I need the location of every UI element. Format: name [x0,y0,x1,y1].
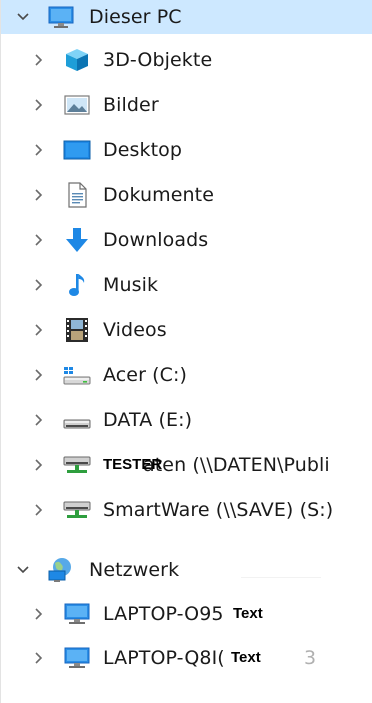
chevron-right-icon[interactable] [29,358,49,392]
tree-item-this-pc[interactable]: Dieser PC [1,0,372,34]
monitor-icon [47,4,75,30]
tree-item-label: DATA (E:) [103,409,193,431]
chevron-right-icon[interactable] [29,88,49,122]
network-drive-icon [63,497,91,523]
downloads-icon [63,227,91,253]
windows-drive-icon [63,362,91,388]
chevron-right-icon[interactable] [29,641,49,675]
videos-icon [63,317,91,343]
redaction-label: Text [230,648,304,668]
chevron-down-icon[interactable] [13,0,33,34]
tree-item-label: Downloads [103,229,209,251]
tree-item-label: Desktop [103,139,183,161]
chevron-down-icon[interactable] [13,553,33,587]
tree-item-label: Videos [103,319,167,341]
chevron-right-icon[interactable] [29,133,49,167]
tree-item-label: Netzwerk [89,559,180,581]
tree-item-label: Bilder [103,94,159,116]
redaction-label: TESTER [102,455,163,475]
tree-item-pictures[interactable]: Bilder [1,88,372,122]
chevron-right-icon[interactable] [29,403,49,437]
tree-item-drive-c[interactable]: Acer (C:) [1,358,372,392]
chevron-right-icon[interactable] [29,448,49,482]
chevron-right-icon[interactable] [29,43,49,77]
drive-icon [63,407,91,433]
tree-item-documents[interactable]: Dokumente [1,178,372,212]
tree-item-music[interactable]: Musik [1,268,372,302]
tree-item-videos[interactable]: Videos [1,313,372,347]
chevron-right-icon[interactable] [29,223,49,257]
tree-item-label: 3D-Objekte [103,49,213,71]
navigation-pane: Dieser PC 3D-Objekte Bilder Desktop Doku… [0,0,372,703]
tree-item-network[interactable]: Netzwerk [1,553,372,587]
3d-objects-icon [63,47,91,73]
tree-item-downloads[interactable]: Downloads [1,223,372,257]
tree-item-label-tail: 3 [304,647,317,669]
tree-item-laptop-q8i[interactable]: LAPTOP-Q8I( Text 3 [1,641,372,675]
pictures-icon [63,92,91,118]
tree-item-label: Dokumente [103,184,214,206]
tree-item-label: Musik [103,274,159,296]
divider [241,577,321,578]
computer-icon [63,601,91,627]
music-icon [63,272,91,298]
chevron-right-icon[interactable] [29,493,49,527]
tree-item-label: LAPTOP-O95 [103,603,224,625]
tree-item-drive-e[interactable]: DATA (E:) [1,403,372,437]
chevron-right-icon[interactable] [29,178,49,212]
tree-item-desktop[interactable]: Desktop [1,133,372,167]
tree-item-network-drive-save[interactable]: SmartWare (\\SAVE) (S:) [1,493,372,527]
tree-item-3d-objects[interactable]: 3D-Objekte [1,43,372,77]
desktop-icon [63,137,91,163]
chevron-right-icon[interactable] [29,597,49,631]
network-drive-icon [63,452,91,478]
chevron-right-icon[interactable] [29,313,49,347]
tree-item-label: SmartWare (\\SAVE) (S:) [103,499,334,521]
tree-item-label: aten (\\DATEN\Publi [143,454,330,476]
chevron-right-icon[interactable] [29,268,49,302]
tree-item-label: Dieser PC [89,6,182,28]
tree-item-label: Acer (C:) [103,364,188,386]
documents-icon [63,182,91,208]
tree-item-laptop-o95[interactable]: LAPTOP-O95 Text [1,597,372,631]
network-icon [47,557,75,583]
computer-icon [63,645,91,671]
redaction-label: Text [232,604,264,624]
tree-item-network-drive-daten[interactable]: aten (\\DATEN\Publi TESTER [1,448,372,482]
tree-item-label: LAPTOP-Q8I( [103,647,225,669]
